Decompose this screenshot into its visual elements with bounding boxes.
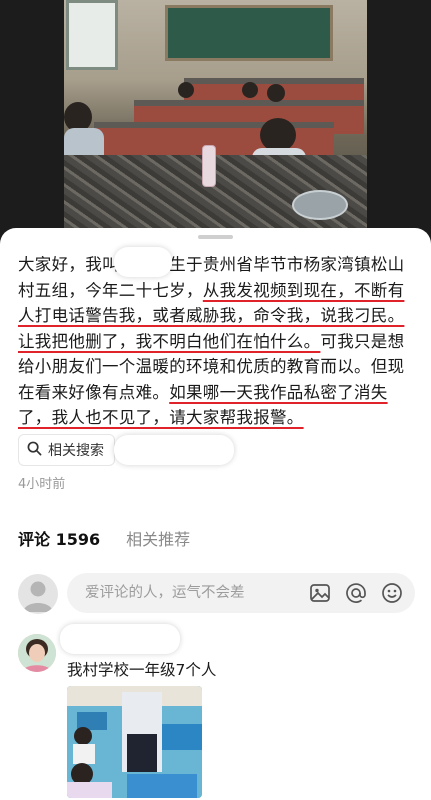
- commenter-avatar[interactable]: [18, 634, 56, 672]
- post-timestamp: 4小时前: [18, 477, 66, 492]
- tab-comments-label: 评论: [18, 530, 51, 549]
- bowl: [292, 190, 348, 220]
- search-icon: [27, 441, 42, 460]
- user-avatar[interactable]: [18, 574, 58, 614]
- comment-input-box[interactable]: [67, 573, 415, 613]
- comment-text: 我村学校一年级7个人: [67, 661, 217, 679]
- tab-related[interactable]: 相关推荐: [126, 526, 190, 550]
- child-figure: [260, 118, 296, 152]
- post-detail-sheet: 大家好，我叫 生于贵州省毕节市杨家湾镇松山村五组，今年二十七岁，从我发视频到现在…: [0, 228, 431, 800]
- comment-tabs: 评论 1596 相关推荐: [18, 526, 190, 550]
- post-media-area[interactable]: [0, 0, 431, 240]
- at-icon[interactable]: [345, 582, 367, 604]
- child-figure: [178, 82, 194, 98]
- child-photo-avatar: [18, 634, 56, 672]
- water-bottle: [202, 145, 216, 187]
- post-segment: 大家好，我叫: [18, 255, 119, 274]
- blackboard: [165, 5, 333, 61]
- tab-comments[interactable]: 评论 1596: [18, 526, 100, 550]
- child-figure: [267, 84, 285, 102]
- post-body: 大家好，我叫 生于贵州省毕节市杨家湾镇松山村五组，今年二十七岁，从我发视频到现在…: [18, 252, 418, 431]
- emoji-icon[interactable]: [381, 582, 403, 604]
- tab-comments-count: 1596: [55, 530, 101, 549]
- child-figure: [242, 82, 258, 98]
- image-icon[interactable]: [309, 582, 331, 604]
- classroom-kids-photo: [67, 686, 202, 798]
- related-search-chip[interactable]: 相关搜索: [18, 434, 115, 466]
- default-avatar-icon: [23, 581, 53, 612]
- child-figure: [64, 128, 104, 158]
- comment-input[interactable]: [83, 584, 297, 602]
- redaction-mask: [114, 435, 234, 465]
- related-search-label: 相关搜索: [48, 443, 104, 459]
- redaction-mask: [114, 247, 172, 277]
- drag-handle[interactable]: [198, 235, 233, 239]
- classroom-photo[interactable]: [64, 0, 367, 228]
- classroom-window: [66, 0, 118, 70]
- comment-image[interactable]: [67, 686, 202, 798]
- redaction-mask: [60, 624, 180, 654]
